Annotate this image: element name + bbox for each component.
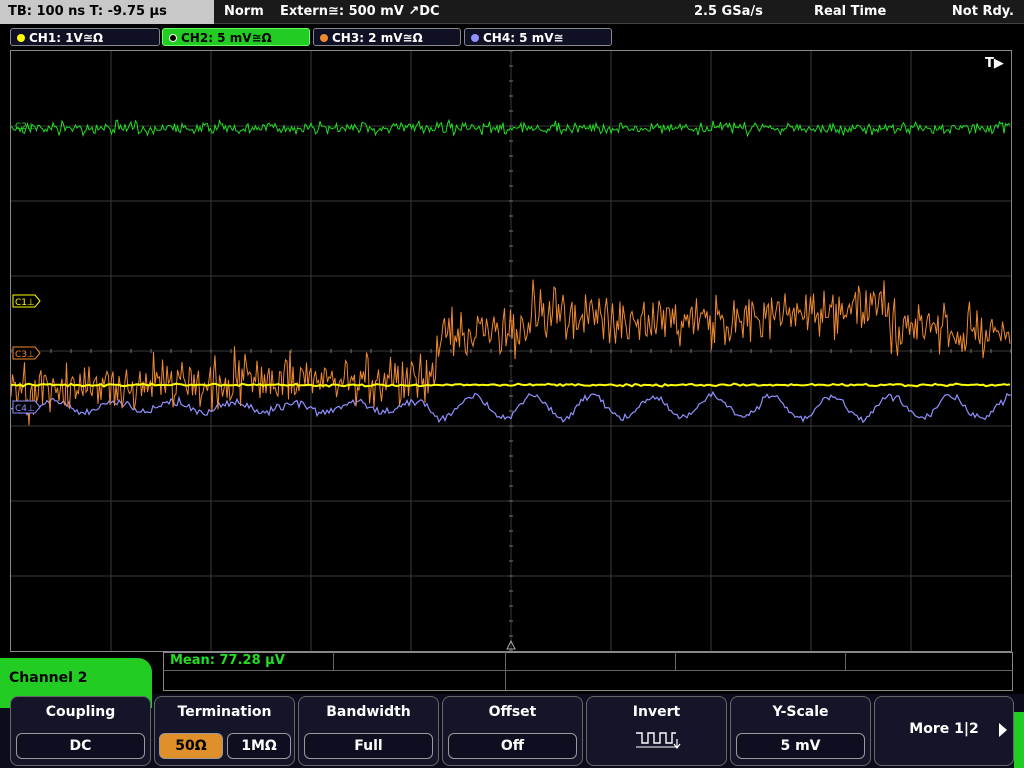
channel-tab-label: CH3: 2 mV≅Ω — [332, 31, 423, 45]
coupling-value[interactable]: DC — [16, 733, 145, 759]
termination-1mohm-option[interactable]: 1MΩ — [227, 733, 291, 759]
channel-color-dot — [17, 34, 25, 42]
offset-value[interactable]: Off — [448, 733, 577, 759]
y-scale-value[interactable]: 5 mV — [736, 733, 865, 759]
channel-tab-label: CH2: 5 mV≅Ω — [181, 31, 272, 45]
y-scale-softkey[interactable]: Y-Scale 5 mV — [730, 696, 871, 766]
ch2-ground-marker[interactable]: C2⊥ — [15, 122, 35, 132]
measurement-separator — [845, 652, 846, 670]
channel-tab-ch4[interactable]: CH4: 5 mV≅ — [464, 28, 612, 46]
termination-title: Termination — [177, 704, 272, 720]
measurement-separator — [333, 652, 334, 670]
trigger-source[interactable]: Extern≅: 500 mV ↗DC — [280, 0, 440, 24]
offset-title: Offset — [488, 704, 537, 720]
measurement-divider — [163, 670, 1013, 671]
channel-tab-label: CH4: 5 mV≅ — [483, 31, 564, 45]
channel-tab-ch1[interactable]: CH1: 1V≅Ω — [10, 28, 160, 46]
ch1-ground-marker[interactable]: C1⊥ — [12, 294, 41, 308]
channel-tab-label: CH1: 1V≅Ω — [29, 31, 104, 45]
y-scale-title: Y-Scale — [772, 704, 829, 720]
coupling-title: Coupling — [45, 704, 116, 720]
ch3-ground-marker[interactable]: C3⊥ — [12, 346, 41, 360]
measurement-separator — [505, 652, 506, 690]
coupling-softkey[interactable]: Coupling DC — [10, 696, 151, 766]
trigger-mode[interactable]: Norm — [224, 0, 264, 24]
timebase-readout[interactable]: TB: 100 ns T: -9.75 µs — [0, 0, 214, 24]
waveform-display[interactable]: C1⊥ C2⊥ C3⊥ C4⊥ T▶ — [10, 50, 1012, 652]
waveform-canvas[interactable]: C1⊥ C2⊥ C3⊥ C4⊥ T▶ — [11, 51, 1011, 651]
ch3-marker-label: C3⊥ — [15, 350, 35, 360]
more-softkey[interactable]: More 1|2 — [874, 696, 1014, 766]
mean-measurement: Mean: 77.28 µV — [170, 653, 285, 668]
ch4-marker-label: C4⊥ — [15, 404, 35, 414]
ch1-marker-label: C1⊥ — [15, 298, 35, 308]
channel-color-dot — [169, 34, 177, 42]
termination-softkey[interactable]: Termination 50Ω 1MΩ — [154, 696, 295, 766]
measurement-panel — [163, 652, 1013, 691]
ch4-ground-marker[interactable]: C4⊥ — [12, 400, 41, 414]
invert-softkey[interactable]: Invert — [586, 696, 727, 766]
bandwidth-value[interactable]: Full — [304, 733, 433, 759]
measurement-separator — [675, 652, 676, 670]
trigger-position-marker[interactable]: T▶ — [985, 56, 1004, 71]
menu-edge-accent — [1014, 712, 1024, 768]
status-bar: Norm Extern≅: 500 mV ↗DC 2.5 GSa/s Real … — [214, 0, 1024, 24]
channel-color-dot — [471, 34, 479, 42]
more-title: More 1|2 — [909, 721, 979, 737]
bandwidth-title: Bandwidth — [326, 704, 411, 720]
bandwidth-softkey[interactable]: Bandwidth Full — [298, 696, 439, 766]
chevron-right-icon — [999, 723, 1007, 737]
inverted-square-wave-icon — [636, 732, 681, 749]
sample-rate: 2.5 GSa/s — [694, 4, 763, 19]
invert-title: Invert — [632, 704, 681, 720]
acquisition-mode: Real Time — [814, 4, 887, 19]
channel-color-dot — [320, 34, 328, 42]
ch2-marker-label: C2⊥ — [15, 122, 35, 132]
offset-softkey[interactable]: Offset Off — [442, 696, 583, 766]
termination-50ohm-option[interactable]: 50Ω — [159, 733, 223, 759]
trigger-state: Not Rdy. — [951, 4, 1014, 19]
channel-tab-ch3[interactable]: CH3: 2 mV≅Ω — [313, 28, 461, 46]
channel-tab-ch2[interactable]: CH2: 5 mV≅Ω — [162, 28, 310, 46]
